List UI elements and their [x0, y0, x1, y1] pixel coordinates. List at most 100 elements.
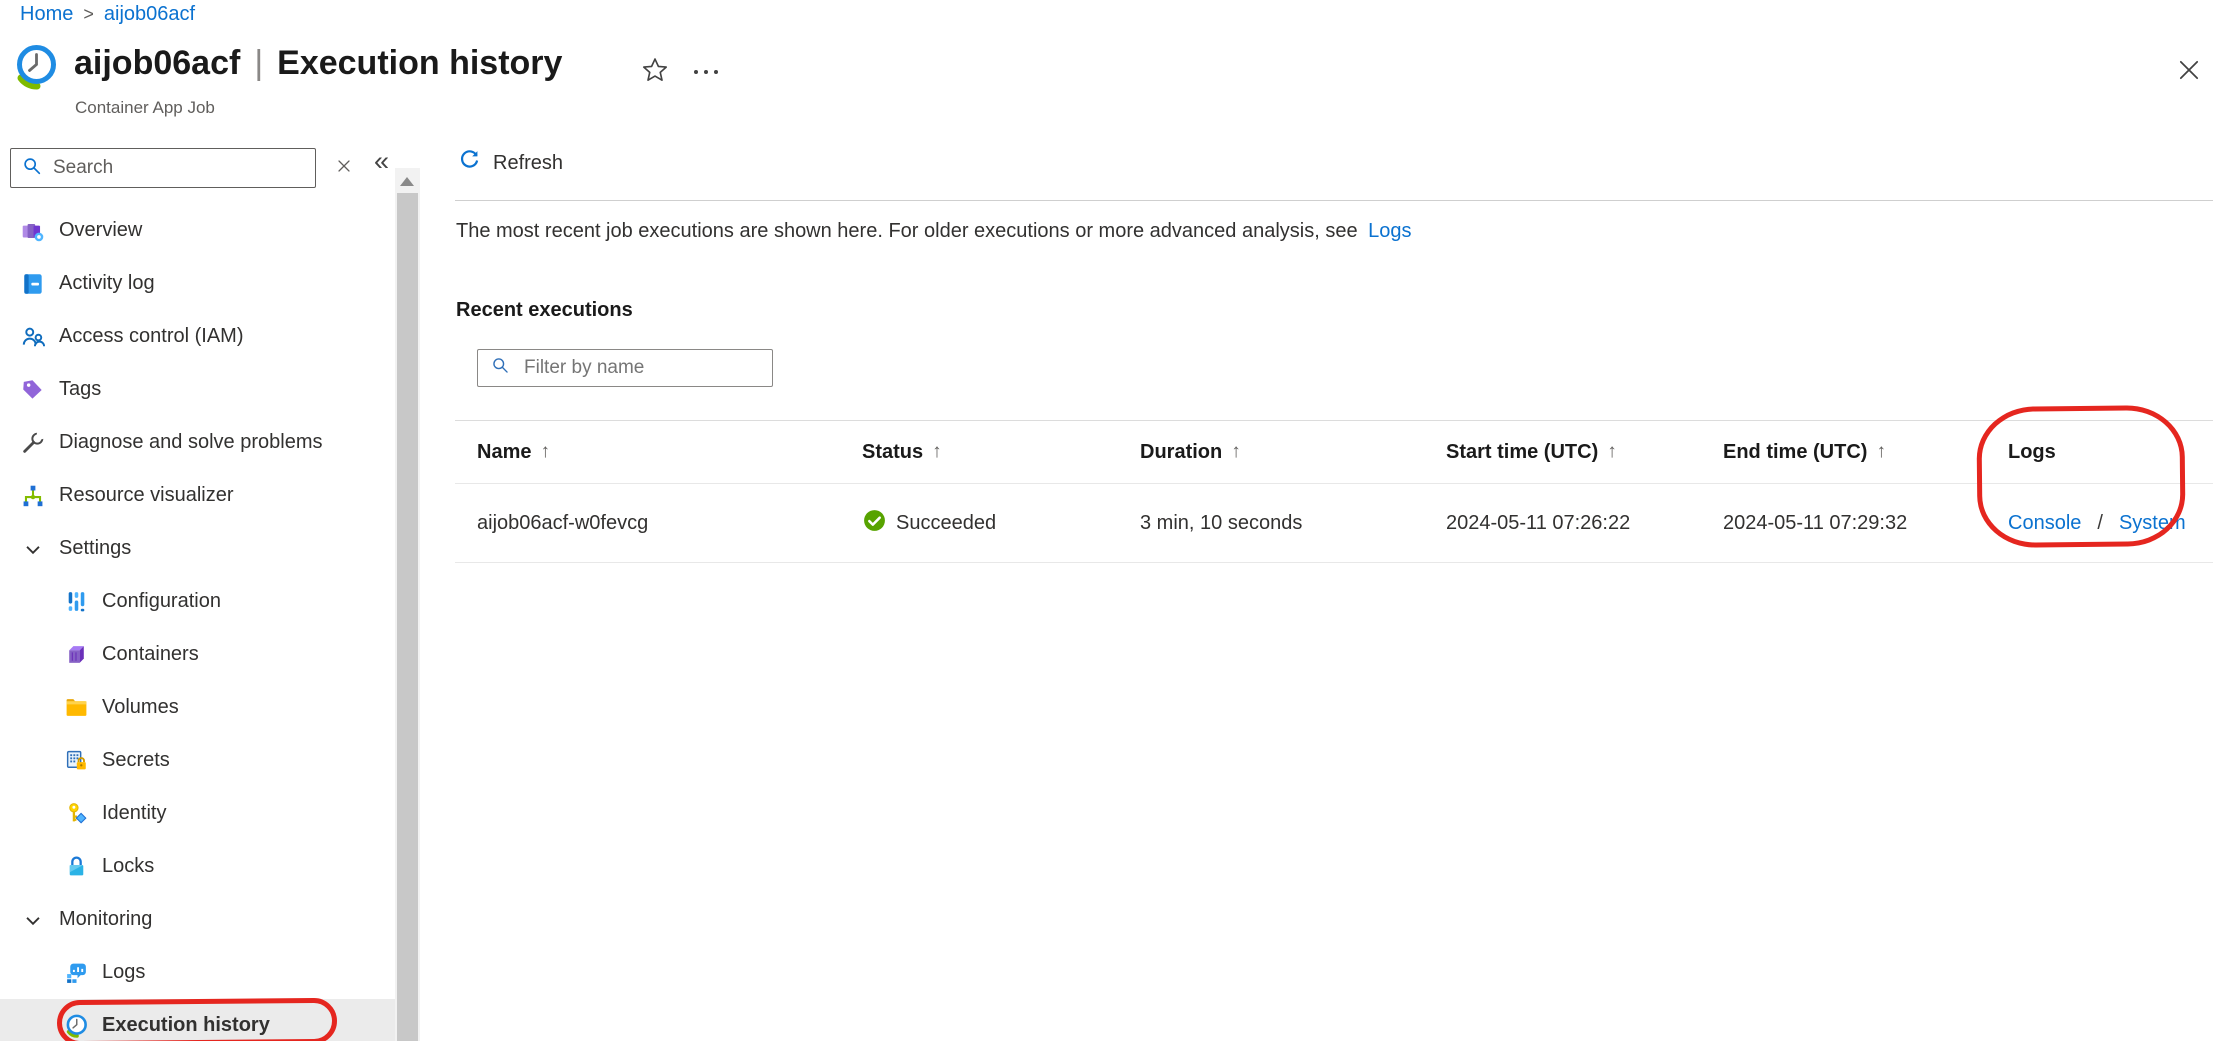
overview-icon — [20, 218, 46, 244]
sidebar-group-label: Settings — [59, 537, 131, 560]
breadcrumb-home-link[interactable]: Home — [20, 3, 73, 26]
sidebar-item-label: Resource visualizer — [59, 484, 234, 507]
breadcrumb: Home > aijob06acf — [20, 3, 195, 26]
volumes-folder-icon — [64, 695, 89, 720]
column-header-start-time[interactable]: Start time (UTC) ↑ — [1424, 441, 1701, 464]
column-label: Status — [862, 441, 923, 464]
sort-arrow-icon: ↑ — [1231, 441, 1241, 463]
sidebar-item-label: Containers — [102, 643, 199, 666]
container-app-job-clock-icon — [12, 42, 60, 90]
cell-duration: 3 min, 10 seconds — [1118, 512, 1424, 535]
refresh-label: Refresh — [493, 152, 563, 175]
sort-arrow-icon: ↑ — [540, 441, 550, 463]
configuration-icon — [64, 589, 89, 614]
azure-portal-blade: Home > aijob06acf aijob06acf | Execution… — [0, 0, 2221, 1041]
sidebar-item-secrets[interactable]: Secrets — [0, 734, 395, 787]
status-label: Succeeded — [896, 512, 996, 535]
breadcrumb-chevron-icon: > — [83, 4, 94, 25]
search-icon — [21, 155, 43, 182]
sidebar-item-identity[interactable]: Identity — [0, 787, 395, 840]
sidebar-item-access-control[interactable]: Access control (IAM) — [0, 310, 395, 363]
console-log-link[interactable]: Console — [2008, 512, 2081, 535]
chevron-down-icon — [20, 536, 46, 562]
resource-type-label: Container App Job — [75, 98, 215, 118]
succeeded-check-icon — [862, 508, 887, 539]
page-title: aijob06acf | Execution history — [74, 44, 562, 83]
title-separator: | — [254, 44, 263, 83]
table-row: aijob06acf-w0fevcg Succeeded 3 min, 10 s… — [455, 484, 2213, 563]
duration-value: 3 min, 10 seconds — [1140, 512, 1302, 535]
sidebar-item-label: Activity log — [59, 272, 155, 295]
sidebar-scrollbar[interactable] — [395, 168, 420, 1041]
containers-icon — [64, 642, 89, 667]
resource-name: aijob06acf — [74, 44, 240, 83]
sort-arrow-icon: ↑ — [932, 441, 942, 463]
execution-history-clock-icon — [64, 1013, 89, 1038]
sidebar-group-monitoring[interactable]: Monitoring — [0, 893, 395, 946]
system-log-link[interactable]: System — [2119, 512, 2186, 535]
collapse-sidebar-icon[interactable]: « — [374, 146, 389, 177]
sidebar-group-settings[interactable]: Settings — [0, 522, 395, 575]
column-label: Start time (UTC) — [1446, 441, 1598, 464]
sidebar-item-label: Locks — [102, 855, 154, 878]
filter-by-name-input[interactable] — [524, 357, 769, 379]
recent-executions-heading: Recent executions — [456, 299, 633, 322]
end-time-value: 2024-05-11 07:29:32 — [1723, 512, 1907, 535]
sort-arrow-icon: ↑ — [1607, 441, 1617, 463]
refresh-button[interactable]: Refresh — [457, 148, 563, 179]
sidebar-menu: Overview Activity log Acc — [0, 204, 395, 1041]
execution-name: aijob06acf-w0fevcg — [477, 512, 648, 535]
info-text: The most recent job executions are shown… — [456, 220, 1412, 243]
favorite-star-icon[interactable] — [640, 56, 670, 86]
sidebar-item-containers[interactable]: Containers — [0, 628, 395, 681]
sidebar-item-label: Secrets — [102, 749, 170, 772]
start-time-value: 2024-05-11 07:26:22 — [1446, 512, 1630, 535]
sort-arrow-icon: ↑ — [1876, 441, 1886, 463]
column-header-end-time[interactable]: End time (UTC) ↑ — [1701, 441, 1986, 464]
logs-link-separator: / — [2097, 512, 2103, 535]
wrench-icon — [20, 430, 46, 456]
chevron-down-icon — [20, 907, 46, 933]
column-header-duration[interactable]: Duration ↑ — [1118, 441, 1424, 464]
sidebar-item-label: Access control (IAM) — [59, 325, 243, 348]
resource-visualizer-icon — [20, 483, 46, 509]
cell-name: aijob06acf-w0fevcg — [455, 512, 840, 535]
search-input[interactable] — [53, 157, 305, 179]
refresh-icon — [457, 148, 482, 179]
sidebar-item-configuration[interactable]: Configuration — [0, 575, 395, 628]
column-header-status[interactable]: Status ↑ — [840, 441, 1118, 464]
scrollbar-up-arrow-icon[interactable] — [400, 177, 414, 186]
search-clear-icon[interactable] — [334, 156, 354, 182]
logs-icon — [64, 960, 89, 985]
more-options-ellipsis-icon[interactable] — [690, 56, 726, 86]
scrollbar-thumb[interactable] — [397, 193, 418, 1041]
sidebar-item-resource-visualizer[interactable]: Resource visualizer — [0, 469, 395, 522]
filter-by-name-box — [477, 349, 773, 387]
sidebar-item-label: Logs — [102, 961, 145, 984]
sidebar-item-activity-log[interactable]: Activity log — [0, 257, 395, 310]
sidebar-item-diagnose[interactable]: Diagnose and solve problems — [0, 416, 395, 469]
sidebar-item-locks[interactable]: Locks — [0, 840, 395, 893]
identity-key-icon — [64, 801, 89, 826]
sidebar-item-overview[interactable]: Overview — [0, 204, 395, 257]
close-blade-icon[interactable] — [2174, 56, 2204, 86]
sidebar-group-label: Monitoring — [59, 908, 152, 931]
sidebar-item-tags[interactable]: Tags — [0, 363, 395, 416]
sidebar-item-volumes[interactable]: Volumes — [0, 681, 395, 734]
sidebar-item-logs[interactable]: Logs — [0, 946, 395, 999]
logs-link[interactable]: Logs — [1368, 220, 1411, 242]
column-header-logs: Logs — [1986, 441, 2213, 464]
column-label: Duration — [1140, 441, 1222, 464]
sidebar-item-label: Overview — [59, 219, 142, 242]
column-label: End time (UTC) — [1723, 441, 1867, 464]
sidebar-item-label: Tags — [59, 378, 101, 401]
access-control-icon — [20, 324, 46, 350]
lock-icon — [64, 854, 89, 879]
sidebar-item-label: Identity — [102, 802, 166, 825]
column-header-name[interactable]: Name ↑ — [455, 441, 840, 464]
sidebar-item-execution-history[interactable]: Execution history — [0, 999, 395, 1041]
breadcrumb-current-link[interactable]: aijob06acf — [104, 3, 195, 26]
sidebar-item-label: Diagnose and solve problems — [59, 431, 323, 454]
tags-icon — [20, 377, 46, 403]
secrets-icon — [64, 748, 89, 773]
